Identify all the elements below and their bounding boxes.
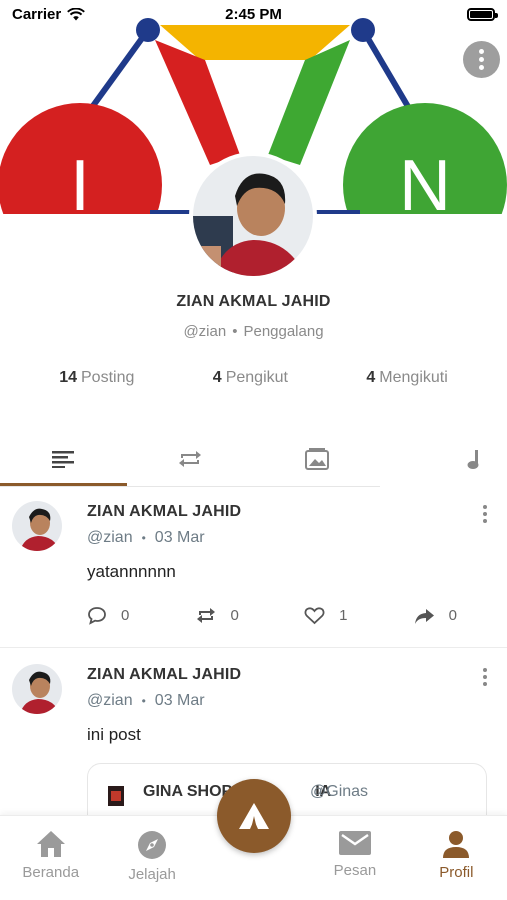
like-count: 1 <box>339 607 348 624</box>
share-button[interactable]: 0 <box>413 606 457 625</box>
create-post-button[interactable] <box>217 779 291 853</box>
comment-count: 0 <box>121 607 130 624</box>
post-meta: @zian • 03 Mar <box>87 692 205 709</box>
post-date: 03 Mar <box>154 529 205 546</box>
nav-profil[interactable]: Profil <box>406 816 507 900</box>
quoted-author-handle: @Ginas <box>310 783 369 800</box>
tab-media[interactable] <box>254 432 381 486</box>
status-left: Carrier <box>12 5 86 23</box>
post-avatar[interactable] <box>12 501 62 551</box>
stat-count: 14 <box>59 369 77 386</box>
person-icon <box>443 831 470 858</box>
stat-label: Pengikut <box>225 369 288 386</box>
profile-avatar[interactable] <box>189 152 317 280</box>
post-menu-button[interactable] <box>483 505 487 523</box>
image-icon <box>304 448 329 470</box>
share-count: 0 <box>448 607 457 624</box>
cover-letter-right: N <box>399 146 451 214</box>
mail-icon <box>338 831 371 855</box>
quoted-author-name-start: GINA SHOP <box>143 783 233 800</box>
nav-beranda[interactable]: Beranda <box>0 816 101 900</box>
compass-icon <box>138 831 167 859</box>
notes-icon <box>52 451 75 468</box>
profile-tabs <box>0 432 507 486</box>
stat-label: Posting <box>81 369 135 386</box>
stat-followers[interactable]: 4 Pengikut <box>213 369 288 387</box>
post-handle: @zian <box>87 692 133 709</box>
tab-audio[interactable] <box>380 432 507 486</box>
post-actions: 0 0 1 0 <box>87 606 457 625</box>
post-author-name: ZIAN AKMAL JAHID <box>87 666 242 683</box>
nav-label: Jelajah <box>128 866 176 883</box>
heart-icon <box>304 607 325 625</box>
nav-pesan[interactable]: Pesan <box>304 816 405 900</box>
tabs-divider <box>0 486 380 487</box>
status-time: 2:45 PM <box>225 5 282 23</box>
profile-stats: 14 Posting 4 Pengikut 4 Mengikuti <box>0 369 507 387</box>
post-text: yatannnnnn <box>87 562 176 581</box>
more-options-button[interactable] <box>463 41 500 78</box>
battery-icon <box>467 7 498 21</box>
repost-icon <box>196 608 215 623</box>
comment-icon <box>88 607 106 625</box>
quoted-avatar <box>108 786 124 806</box>
nav-label: Beranda <box>22 864 80 881</box>
post-date: 03 Mar <box>154 692 205 709</box>
status-bar: Carrier 2:45 PM <box>0 0 507 28</box>
tab-posts[interactable] <box>0 432 127 486</box>
cover-letter-left: I <box>70 146 90 214</box>
repost-icon <box>179 451 202 467</box>
post-menu-button[interactable] <box>483 668 487 686</box>
post-text: ini post <box>87 725 141 744</box>
music-note-icon <box>467 450 479 469</box>
profile-subtitle: @zian • Penggalang <box>183 323 324 340</box>
stat-label: Mengikuti <box>379 369 448 386</box>
stat-count: 4 <box>366 369 376 386</box>
profile-handle: @zian <box>183 323 227 340</box>
tab-reposts[interactable] <box>127 432 254 486</box>
stat-posting[interactable]: 14 Posting <box>59 369 134 387</box>
nav-label: Profil <box>439 864 474 881</box>
post-handle: @zian <box>87 529 133 546</box>
profile-role: Penggalang <box>243 323 324 340</box>
share-icon <box>414 608 434 624</box>
comment-button[interactable]: 0 <box>87 606 129 625</box>
carrier-label: Carrier <box>12 5 62 23</box>
post-avatar[interactable] <box>12 664 62 714</box>
post-meta: @zian • 03 Mar <box>87 529 205 546</box>
wifi-icon <box>67 7 86 20</box>
stat-following[interactable]: 4 Mengikuti <box>366 369 447 387</box>
nav-label: Pesan <box>333 862 377 879</box>
home-icon <box>36 831 65 857</box>
stat-count: 4 <box>212 369 222 386</box>
like-button[interactable]: 1 <box>304 606 347 625</box>
post-divider <box>0 647 507 648</box>
repost-count: 0 <box>230 607 239 624</box>
tent-icon <box>239 803 269 829</box>
nav-jelajah[interactable]: Jelajah <box>101 816 202 900</box>
profile-name: ZIAN AKMAL JAHID <box>176 293 331 310</box>
repost-button[interactable]: 0 <box>195 606 239 625</box>
post-author-name: ZIAN AKMAL JAHID <box>87 503 242 520</box>
